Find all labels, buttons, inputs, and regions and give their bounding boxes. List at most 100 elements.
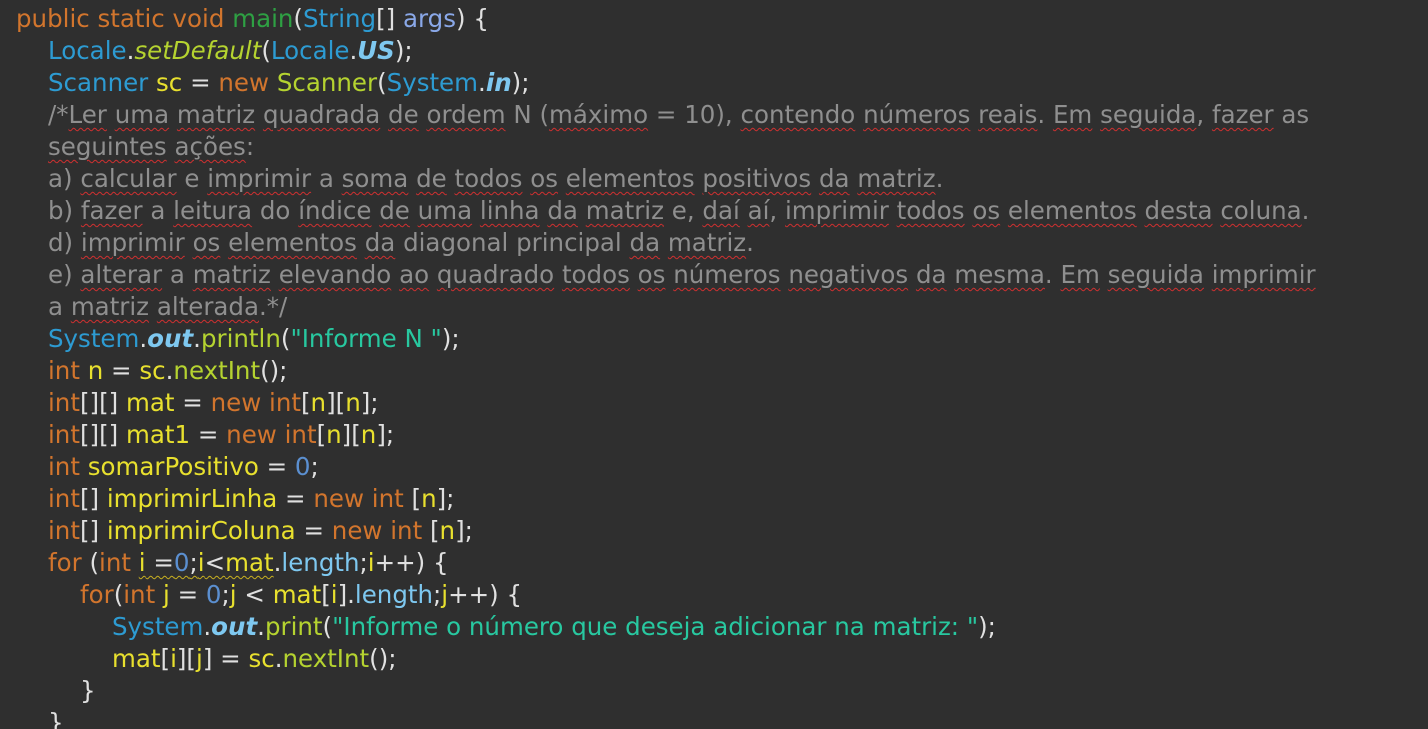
code-line[interactable]: public static void main(String[] args) { — [16, 3, 489, 35]
code-line[interactable]: for(int j = 0;j < mat[i].length;j++) { — [80, 579, 522, 611]
code-line[interactable]: for (int i =0;i<mat.length;i++) { — [48, 547, 449, 579]
code-token: fazer — [80, 196, 143, 225]
code-token: elementos — [228, 228, 357, 257]
code-line[interactable]: } — [48, 707, 64, 729]
code-line[interactable]: Scanner sc = new Scanner(System.in); — [48, 67, 529, 99]
code-token: reais — [978, 100, 1038, 129]
code-token: out — [147, 324, 194, 353]
code-token: ]; — [376, 420, 395, 449]
code-line[interactable]: int[] imprimirColuna = new int [n]; — [48, 515, 473, 547]
code-token: b) — [48, 196, 81, 225]
code-token: int — [269, 388, 301, 417]
code-token: int — [48, 388, 80, 417]
code-token: alterar — [80, 260, 163, 289]
code-token: a) — [48, 164, 81, 193]
code-token: for — [48, 548, 90, 577]
code-token: nextInt — [173, 356, 261, 385]
code-token: do — [252, 196, 299, 225]
code-token: [ — [429, 516, 440, 545]
code-token: coluna — [1220, 196, 1302, 225]
code-token: N ( — [505, 100, 550, 129]
code-line[interactable]: Locale.setDefault(Locale.US); — [48, 35, 413, 67]
code-token: ( — [377, 68, 387, 97]
code-token: ( — [89, 548, 100, 577]
code-token: mesma — [954, 260, 1045, 289]
code-line[interactable]: System.out.print("Informe o número que d… — [112, 611, 996, 643]
code-line[interactable]: int n = sc.nextInt(); — [48, 355, 287, 387]
code-token: [][] — [79, 388, 126, 417]
code-line[interactable]: /*Ler uma matriz quadrada de ordem N (má… — [48, 99, 1309, 131]
code-line[interactable]: int somarPositivo = 0; — [48, 451, 319, 483]
code-token: de — [388, 100, 419, 129]
code-line[interactable]: d) imprimir os elementos da diagonal pri… — [48, 227, 754, 259]
code-line[interactable]: int[][] mat1 = new int[n][n]; — [48, 419, 394, 451]
code-line[interactable]: seguintes ações: — [48, 131, 254, 163]
code-token: in — [485, 68, 512, 97]
code-token: ); — [511, 68, 530, 97]
code-token: System — [112, 612, 204, 641]
code-line[interactable]: int[] imprimirLinha = new int [n]; — [48, 483, 454, 515]
code-token: (); — [260, 356, 288, 385]
code-token: print — [264, 612, 323, 641]
code-token: [ — [160, 644, 171, 673]
code-line[interactable]: int[][] mat = new int[n][n]; — [48, 387, 379, 419]
code-token: imprimir — [785, 196, 889, 225]
code-token: ; — [189, 548, 198, 577]
code-token: int — [48, 420, 80, 449]
code-token: length — [281, 548, 360, 577]
code-token: int — [48, 484, 80, 513]
code-line[interactable]: a) calcular e imprimir a soma de todos o… — [48, 163, 943, 195]
code-token: ]; — [455, 516, 473, 545]
code-token: positivos — [702, 164, 812, 193]
code-editor[interactable]: public static void main(String[] args) {… — [0, 0, 1428, 729]
code-token: elementos — [565, 164, 695, 193]
code-line[interactable]: e) alterar a matriz elevando ao quadrado… — [48, 259, 1316, 291]
code-token: Em — [1052, 100, 1093, 129]
code-token: uma — [417, 196, 473, 225]
code-token: new — [331, 516, 391, 545]
code-token: ações — [174, 132, 246, 161]
code-line[interactable]: a matriz alterada.*/ — [48, 291, 287, 323]
code-token: imprimirLinha — [106, 484, 278, 513]
code-token: . — [746, 228, 754, 257]
code-token: ][ — [176, 644, 196, 673]
code-line[interactable]: } — [80, 675, 96, 707]
code-token: String — [302, 4, 377, 33]
code-token: < — [236, 580, 273, 609]
code-token: = — [169, 580, 206, 609]
code-line[interactable]: System.out.println("Informe N "); — [48, 323, 460, 355]
code-token: . — [257, 612, 265, 641]
code-token: length — [354, 580, 434, 609]
code-line[interactable]: b) fazer a leitura do índice de uma linh… — [48, 195, 1309, 227]
code-token: seguintes — [48, 132, 167, 161]
code-token: new — [210, 388, 270, 417]
code-token: contendo — [740, 100, 856, 129]
code-token: Ler — [68, 100, 107, 129]
code-token: args — [403, 4, 456, 33]
code-token: números — [673, 260, 781, 289]
code-token: da — [915, 260, 947, 289]
code-token: matriz — [192, 260, 271, 289]
code-token: i — [330, 580, 338, 609]
code-token: e — [176, 164, 208, 193]
code-token: quadrado — [436, 260, 555, 289]
code-token: . — [478, 68, 486, 97]
code-token: fazer — [1211, 100, 1274, 129]
code-token: calcular — [80, 164, 177, 193]
code-token: ]; — [436, 484, 455, 513]
code-token: main — [232, 4, 294, 33]
code-token: índice — [298, 196, 372, 225]
code-line[interactable]: mat[i][j] = sc.nextInt(); — [112, 643, 397, 675]
code-token: de — [416, 164, 447, 193]
code-token: [] — [79, 516, 107, 545]
code-token: ][ — [341, 420, 361, 449]
code-token: int — [390, 516, 430, 545]
code-token: daí — [702, 196, 740, 225]
